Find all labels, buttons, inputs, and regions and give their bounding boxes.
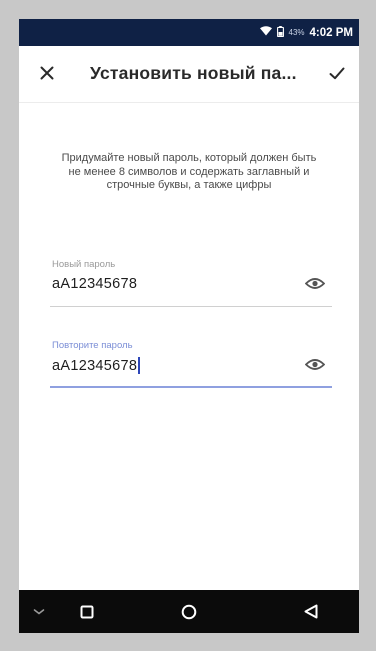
repeat-password-field[interactable]: Повторите пароль aA12345678 [50, 340, 332, 388]
close-icon [40, 66, 54, 80]
new-password-underline [50, 306, 332, 307]
check-icon [329, 67, 345, 79]
repeat-password-label: Повторите пароль [52, 340, 133, 351]
new-password-value: aA12345678 [52, 276, 138, 292]
new-password-field[interactable]: Новый пароль aA12345678 [50, 259, 332, 307]
hide-keyboard-icon [33, 608, 45, 615]
new-password-input[interactable]: aA12345678 [52, 276, 137, 292]
text-caret [138, 357, 140, 374]
recents-icon [80, 605, 94, 618]
page-title: Установить новый па... [90, 63, 297, 83]
repeat-password-underline [50, 386, 332, 388]
status-right: 43% 4:02 PM [259, 19, 353, 46]
phone-screen: 43% 4:02 PM Установить новый па... Приду… [19, 19, 359, 633]
app-bar: Установить новый па... [19, 46, 359, 102]
toggle-visibility-button[interactable] [304, 275, 326, 291]
navigation-bar [19, 590, 359, 633]
home-icon [181, 604, 197, 619]
back-button[interactable] [299, 590, 323, 633]
app-bar-divider [19, 102, 359, 103]
repeat-password-input[interactable]: aA12345678 [52, 357, 140, 374]
hide-keyboard-button[interactable] [27, 590, 51, 633]
new-password-label: Новый пароль [52, 259, 116, 270]
status-time: 4:02 PM [309, 26, 353, 39]
repeat-password-value: aA12345678 [52, 357, 138, 374]
eye-icon [305, 277, 325, 289]
home-button[interactable] [177, 590, 201, 633]
confirm-button[interactable] [323, 59, 351, 87]
toggle-visibility-button[interactable] [304, 356, 326, 372]
close-button[interactable] [33, 59, 61, 87]
device-frame: 43% 4:02 PM Установить новый па... Приду… [0, 0, 376, 651]
wifi-icon [259, 26, 272, 39]
password-requirements-text: Придумайте новый пароль, который должен … [61, 152, 317, 191]
back-icon [304, 604, 318, 619]
status-bar: 43% 4:02 PM [19, 19, 359, 46]
battery-icon [276, 25, 284, 40]
battery-percent: 43% [288, 28, 305, 37]
eye-icon [305, 358, 325, 370]
recents-button[interactable] [75, 590, 99, 633]
